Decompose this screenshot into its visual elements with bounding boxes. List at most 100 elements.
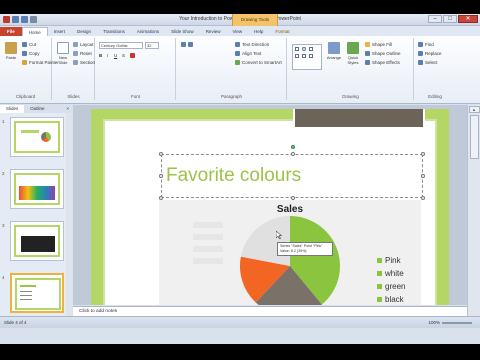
tab-insert[interactable]: Insert: [48, 27, 71, 36]
convert-smartart-button[interactable]: Convert to SmartArt: [235, 60, 282, 65]
rectangle-shape-icon[interactable]: [295, 47, 299, 51]
zoom-slider[interactable]: [442, 322, 472, 324]
numbering-icon[interactable]: [188, 42, 193, 47]
resize-handle[interactable]: [421, 174, 425, 178]
notes-pane[interactable]: Click to add notes: [73, 306, 467, 316]
zoom-level[interactable]: 100%: [428, 320, 440, 325]
bold-button[interactable]: B: [99, 53, 102, 58]
section-icon: [73, 60, 78, 65]
font-color-button[interactable]: [130, 53, 135, 58]
format-painter-icon: [22, 60, 27, 65]
resize-handle[interactable]: [421, 152, 425, 156]
tab-home[interactable]: Home: [21, 27, 48, 36]
resize-handle[interactable]: [421, 196, 425, 200]
slides-group: New Slide Layout Reset Section Slides: [53, 38, 95, 100]
text-direction-button[interactable]: Text Direction: [235, 42, 269, 47]
align-text-button[interactable]: Align Text: [235, 51, 261, 56]
legend-swatch: [377, 284, 382, 289]
shape-fill-button[interactable]: Shape Fill: [365, 42, 392, 47]
tab-design[interactable]: Design: [71, 27, 97, 36]
star-shape-icon[interactable]: [309, 54, 313, 58]
slide-title[interactable]: Favorite colours: [166, 165, 301, 187]
strikethrough-button[interactable]: S: [122, 53, 125, 58]
align-text-label: Align Text: [242, 51, 262, 56]
cut-icon: [22, 42, 27, 47]
drawing-group: Arrange Quick Styles Shape Fill Shape Ou…: [288, 38, 414, 100]
resize-handle[interactable]: [159, 174, 163, 178]
tab-view[interactable]: View: [226, 27, 248, 36]
paste-icon: [5, 42, 17, 54]
slides-pane-scrollbar[interactable]: [66, 113, 72, 316]
copy-button[interactable]: Copy: [22, 51, 40, 56]
close-button[interactable]: ✕: [458, 15, 478, 23]
section-button[interactable]: Section: [73, 60, 95, 65]
tab-transitions[interactable]: Transitions: [97, 27, 131, 36]
notes-placeholder: Click to add notes: [79, 309, 118, 314]
maximize-button[interactable]: □: [443, 15, 457, 23]
quick-styles-icon: [347, 42, 359, 54]
select-label: Select: [425, 60, 438, 65]
underline-button[interactable]: U: [114, 53, 117, 58]
layout-button[interactable]: Layout: [73, 42, 94, 47]
resize-handle[interactable]: [159, 152, 163, 156]
paragraph-group: Text Direction Align Text Convert to Sma…: [177, 38, 287, 100]
italic-button[interactable]: I: [107, 53, 108, 58]
layout-label: Layout: [80, 42, 94, 47]
triangle-shape-icon[interactable]: [302, 54, 306, 58]
tab-file[interactable]: File: [0, 27, 22, 36]
status-bar: Slide 4 of 4 100%: [0, 316, 480, 328]
find-button[interactable]: Find: [418, 42, 434, 47]
tab-review[interactable]: Review: [200, 27, 227, 36]
font-size-combo[interactable]: 32: [145, 42, 159, 49]
arrow-shape-icon[interactable]: [295, 54, 299, 58]
shape-outline-label: Shape Outline: [372, 51, 401, 56]
tab-help[interactable]: Help: [248, 27, 269, 36]
shapes-gallery[interactable]: [292, 44, 322, 70]
cut-button[interactable]: Cut: [22, 42, 36, 47]
new-slide-button[interactable]: New Slide: [55, 42, 71, 65]
slide-thumbnail-3[interactable]: [10, 221, 64, 261]
new-slide-label: New Slide: [58, 55, 68, 65]
vertical-scrollbar[interactable]: ▲: [467, 105, 480, 316]
text-direction-icon: [235, 42, 240, 47]
slide-number: 4: [2, 275, 5, 280]
powerpoint-window: Your Introduction to PowerPoint - Micros…: [0, 14, 480, 344]
shape-outline-button[interactable]: Shape Outline: [365, 51, 401, 56]
rotate-handle[interactable]: [291, 145, 295, 149]
shape-effects-button[interactable]: Shape Effects: [365, 60, 400, 65]
resize-handle[interactable]: [291, 152, 295, 156]
scroll-thumb[interactable]: [470, 115, 479, 159]
arrange-button[interactable]: Arrange: [326, 42, 342, 64]
bullets-icon: [181, 42, 186, 47]
arrange-label: Arrange: [326, 55, 342, 60]
slide-thumbnail-4[interactable]: [10, 273, 64, 313]
shape-fill-icon: [365, 42, 370, 47]
tab-format[interactable]: Format: [269, 27, 295, 36]
tab-animations[interactable]: Animations: [131, 27, 165, 36]
tab-slide-show[interactable]: Slide Show: [165, 27, 200, 36]
line-shape-icon[interactable]: [309, 47, 313, 51]
slide-thumbnail-2[interactable]: [10, 169, 64, 209]
reset-button[interactable]: Reset: [73, 51, 92, 56]
tab-outline-pane[interactable]: Outline: [24, 105, 50, 113]
tab-slides-pane[interactable]: Slides: [0, 105, 25, 113]
find-label: Find: [425, 42, 434, 47]
shape-fill-label: Shape Fill: [372, 42, 393, 47]
font-name-combo[interactable]: Century Gothic: [99, 42, 143, 49]
scroll-up-icon[interactable]: ▲: [468, 106, 480, 113]
slide-count: Slide 4 of 4: [4, 320, 27, 325]
slide-thumbnail-1[interactable]: [10, 117, 64, 157]
oval-shape-icon[interactable]: [302, 47, 306, 51]
title-placeholder[interactable]: Favorite colours: [159, 145, 425, 200]
replace-button[interactable]: Replace: [418, 51, 442, 56]
minimize-button[interactable]: –: [428, 15, 442, 23]
legend-swatch: [377, 271, 382, 276]
close-pane-button[interactable]: ×: [63, 105, 72, 113]
bullets-button[interactable]: [181, 42, 193, 47]
paste-button[interactable]: Paste: [3, 42, 19, 64]
shape-outline-icon: [365, 51, 370, 56]
select-button[interactable]: Select: [418, 60, 438, 65]
quick-styles-button[interactable]: Quick Styles: [345, 42, 361, 65]
cut-label: Cut: [29, 42, 37, 47]
copy-label: Copy: [29, 51, 40, 56]
